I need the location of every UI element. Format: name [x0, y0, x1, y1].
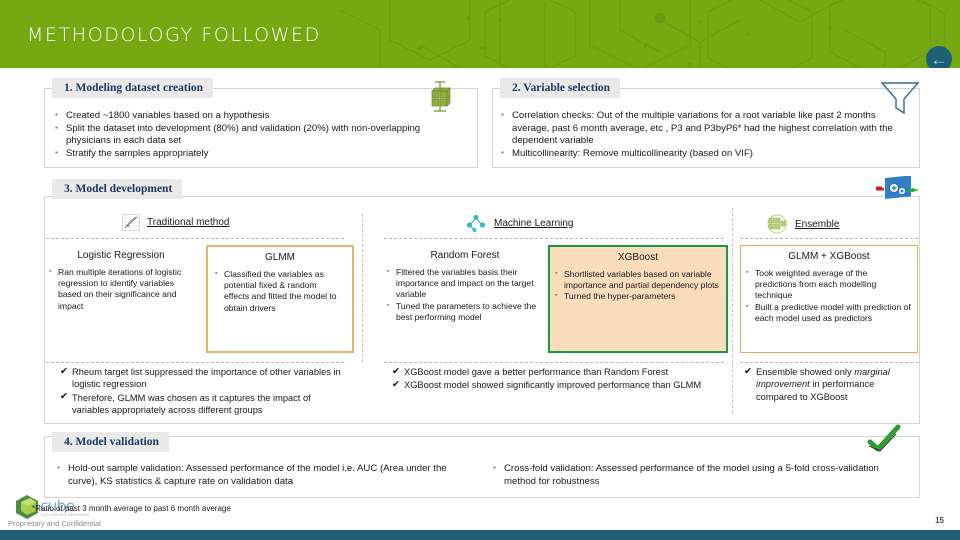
conclusions-ml: XGBoost model gave a better performance …	[392, 365, 702, 393]
check-item: Rheum target list suppressed the importa…	[60, 366, 350, 391]
model-glmm[interactable]: GLMM Classified the variables as potenti…	[206, 245, 354, 353]
footnote: *Ratio of past 3 month average to past 6…	[32, 504, 231, 513]
scatter-plot-icon	[122, 214, 140, 231]
check-item: Ensemble showed only marginal improvemen…	[744, 365, 912, 403]
list-item: Built a predictive model with prediction…	[745, 301, 911, 324]
ensemble-text-pre: Ensemble showed only	[756, 367, 855, 377]
divider-ensemble-bottom	[740, 362, 918, 363]
slide: METHODOLOGY FOLLOWED ← 1. Modeling datas…	[0, 0, 960, 540]
group-header-ml: Machine Learning	[465, 214, 574, 232]
model-logistic-regression: Logistic Regression Ran multiple iterati…	[48, 245, 194, 312]
divider-traditional-bottom	[46, 362, 344, 363]
model-title: Random Forest	[430, 250, 500, 261]
card2-bullets: Correlation checks: Out of the multiple …	[500, 109, 912, 161]
divider-traditional	[46, 238, 344, 239]
conclusions-traditional: Rheum target list suppressed the importa…	[60, 366, 350, 418]
cube-database-icon	[431, 81, 451, 112]
list-item: Split the dataset into development (80%)…	[54, 122, 454, 148]
check-item: XGBoost model showed significantly impro…	[392, 379, 702, 392]
model-bullets: Classified the variables as potential fi…	[208, 268, 352, 314]
card-title-4: 4. Model validation	[52, 432, 169, 452]
card-title-1: 1. Modeling dataset creation	[52, 78, 214, 98]
list-item: Cross-fold validation: Assessed performa…	[492, 462, 912, 488]
divider-ml-bottom	[384, 362, 724, 363]
model-bullets: Took weighted average of the predictions…	[741, 267, 917, 324]
list-item: Took weighted average of the predictions…	[745, 267, 911, 302]
model-title: XGBoost	[617, 252, 659, 263]
model-glmm-xgboost[interactable]: GLMM + XGBoost Took weighted average of …	[740, 245, 918, 353]
list-item: Hold-out sample validation: Assessed per…	[56, 462, 476, 488]
card4-right-bullets: Cross-fold validation: Assessed performa…	[492, 462, 912, 488]
vertical-divider-1	[362, 214, 363, 362]
bullet-list-4-right: Cross-fold validation: Assessed performa…	[492, 462, 912, 488]
model-xgboost[interactable]: XGBoost Shortlisted variables based on v…	[548, 245, 728, 353]
page-title: METHODOLOGY FOLLOWED	[27, 24, 321, 46]
bullet-list-1: Created ~1800 variables based on a hypot…	[54, 109, 454, 161]
list-item: Shortlisted variables based on variable …	[554, 268, 720, 291]
card4-left-bullets: Hold-out sample validation: Assessed per…	[56, 462, 476, 488]
model-bullets: Ran multiple iterations of logistic regr…	[48, 266, 194, 312]
model-title: GLMM + XGBoost	[788, 251, 870, 262]
back-button[interactable]: ←	[926, 46, 952, 68]
list-item: Tuned the parameters to achieve the best…	[386, 300, 544, 323]
list-item: Classified the variables as potential fi…	[214, 268, 344, 314]
page-number: 15	[935, 516, 944, 525]
ensemble-blocks-icon	[767, 214, 787, 234]
list-item: Correlation checks: Out of the multiple …	[500, 109, 912, 148]
card-title-3: 3. Model development	[52, 179, 183, 199]
model-bullets: Filtered the variables basis their impor…	[386, 266, 544, 323]
gears-process-icon	[876, 176, 919, 200]
group-label-ml: Machine Learning	[494, 217, 574, 229]
vertical-divider-2	[732, 208, 733, 413]
header-banner: METHODOLOGY FOLLOWED ←	[0, 0, 960, 68]
list-item: Stratify the samples appropriately	[54, 147, 454, 161]
model-title: Logistic Regression	[77, 250, 165, 261]
model-bullets: Shortlisted variables based on variable …	[550, 268, 726, 303]
model-random-forest: Random Forest Filtered the variables bas…	[386, 245, 544, 323]
proprietary-notice: Proprietary and Confidential	[8, 519, 101, 528]
conclusions-ensemble: Ensemble showed only marginal improvemen…	[744, 365, 912, 404]
check-item: Therefore, GLMM was chosen as it capture…	[60, 391, 350, 417]
model-title: GLMM	[265, 252, 295, 263]
decision-tree-icon	[466, 214, 486, 232]
logo-tagline: DATA DRIVEN DECISIONS	[41, 513, 90, 517]
card-title-2: 2. Variable selection	[500, 78, 621, 98]
list-item: Filtered the variables basis their impor…	[386, 266, 544, 301]
list-item: Multicollinearity: Remove multicollinear…	[500, 147, 912, 161]
group-header-ensemble: Ensemble	[766, 214, 839, 234]
bullet-list-4-left: Hold-out sample validation: Assessed per…	[56, 462, 476, 488]
green-check-icon	[867, 424, 901, 452]
group-label-ensemble: Ensemble	[795, 218, 840, 230]
check-item: XGBoost model gave a better performance …	[392, 365, 702, 378]
list-item: Ran multiple iterations of logistic regr…	[48, 266, 194, 312]
divider-ensemble	[740, 238, 918, 239]
list-item: Turned the hyper-parameters	[554, 290, 720, 302]
bottom-bar	[0, 530, 960, 540]
list-item: Created ~1800 variables based on a hypot…	[54, 109, 454, 123]
group-label-traditional: Traditional method	[147, 217, 230, 228]
divider-ml	[384, 238, 724, 239]
card1-bullets: Created ~1800 variables based on a hypot…	[54, 109, 454, 161]
bullet-list-2: Correlation checks: Out of the multiple …	[500, 109, 912, 161]
group-header-traditional: Traditional method	[122, 214, 229, 231]
